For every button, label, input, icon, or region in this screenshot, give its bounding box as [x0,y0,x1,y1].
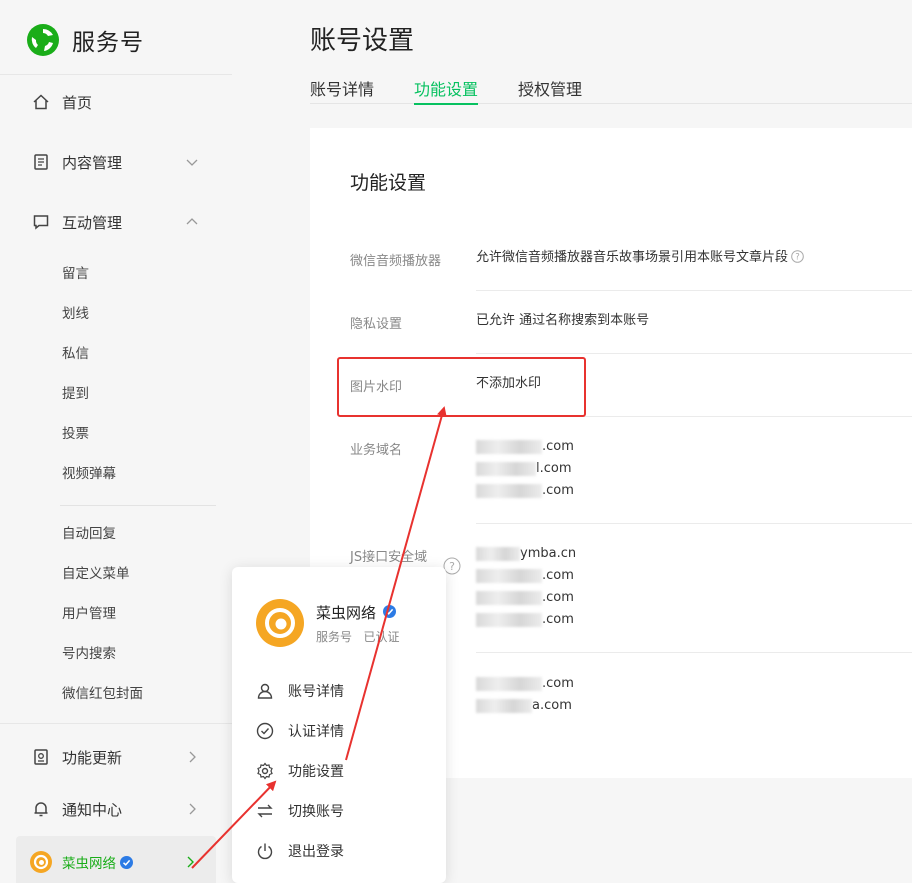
popup-account-meta: 服务号 已认证 [316,630,400,644]
setting-value-text: 允许微信音频播放器音乐故事场景引用本账号文章片段 [476,250,789,265]
row-divider [476,652,912,653]
avatar [30,851,52,873]
tab-authorization[interactable]: 授权管理 [518,76,582,104]
popup-account-name: 菜虫网络 [316,604,377,622]
domain-item: .com [476,587,574,609]
account-name: 菜虫网络 [62,856,116,872]
sidebar-item-interaction[interactable]: 互动管理 [0,202,232,242]
power-icon [257,843,273,860]
account-popup-menu: 菜虫网络 服务号 已认证 账号详情 认证详情 功能设置 切换账号 退出登录 [232,567,446,883]
chevron-down-icon [186,159,198,166]
sidebar-divider [0,74,232,75]
sidebar-subitem-votes[interactable]: 投票 [62,423,89,445]
account-switcher[interactable]: 菜虫网络 [16,836,216,883]
chevron-right-icon [189,803,196,815]
setting-value-privacy: 已允许 通过名称搜索到本账号 [476,313,650,328]
brand-name: 服务号 [72,30,144,56]
domain-item: a.com [476,695,572,717]
verified-icon [383,605,396,618]
sidebar-subitem-comments[interactable]: 留言 [62,263,89,285]
tab-bar: 账号详情 功能设置 授权管理 [310,76,912,105]
svg-text:?: ? [449,560,455,573]
domain-item: .com [476,609,574,631]
menu-item-logout[interactable]: 退出登录 [232,835,446,867]
tab-feature-settings[interactable]: 功能设置 [414,76,479,105]
sidebar-subitem-mentions[interactable]: 提到 [62,383,89,405]
menu-item-verification[interactable]: 认证详情 [232,715,446,747]
message-icon [33,215,49,230]
sidebar-subitem-user-mgmt[interactable]: 用户管理 [62,603,116,625]
domain-item: .com [476,480,574,502]
verified-icon [120,855,133,869]
sidebar-item-feature-updates[interactable]: 功能更新 [0,737,232,777]
help-icon[interactable]: ? [791,250,804,263]
domain-item: ymba.cn [476,543,576,565]
avatar [256,599,304,647]
sidebar-item-label: 功能更新 [62,748,123,767]
menu-item-feature-settings[interactable]: 功能设置 [232,755,446,787]
domain-item: .com [476,565,574,587]
bell-icon [34,802,48,817]
menu-item-switch-account[interactable]: 切换账号 [232,795,446,827]
update-icon [34,749,48,765]
chevron-up-icon [186,218,198,225]
setting-label: 微信音频播放器 [350,254,442,269]
domain-item: .com [476,436,574,458]
sidebar-item-content[interactable]: 内容管理 [0,142,232,182]
setting-label: JS接口安全域 [350,550,428,565]
sidebar-divider [0,723,232,724]
row-divider [476,353,912,354]
sidebar-item-label: 通知中心 [62,800,123,819]
sidebar-subitem-search[interactable]: 号内搜索 [62,643,116,665]
setting-label: 业务域名 [350,443,403,458]
row-divider [476,523,912,524]
sidebar-item-label: 互动管理 [62,213,123,232]
sidebar-item-notifications[interactable]: 通知中心 [0,789,232,829]
document-icon [34,154,48,170]
domain-item: l.com [476,458,572,480]
row-divider [476,416,912,417]
setting-value-watermark: 不添加水印 [476,376,542,391]
sidebar-item-home[interactable]: 首页 [0,82,232,122]
switch-icon [257,804,273,818]
setting-value-audio-player: 允许微信音频播放器音乐故事场景引用本账号文章片段? [476,247,804,269]
sidebar-subitem-video-danmaku[interactable]: 视频弹幕 [62,463,116,485]
sidebar-item-label: 首页 [62,93,93,112]
setting-label: 隐私设置 [350,317,403,332]
sidebar-subdivider [60,505,216,506]
setting-label: 图片水印 [350,380,403,395]
sidebar: 服务号 首页 内容管理 互动管理 留言 划线 私信 提到 投票 视频弹幕 自动回… [0,0,232,883]
row-divider [476,290,912,291]
sidebar-subitem-red-packet-cover[interactable]: 微信红包封面 [62,683,143,705]
chevron-right-icon [187,856,194,868]
user-icon [257,683,273,699]
service-account-logo-icon [27,24,59,56]
domain-item: .com [476,673,574,695]
gear-icon [257,762,273,780]
svg-text:?: ? [795,253,800,263]
brand[interactable]: 服务号 [26,22,144,58]
home-icon [33,94,49,110]
sidebar-subitem-custom-menu[interactable]: 自定义菜单 [62,563,130,585]
sidebar-item-label: 内容管理 [62,153,123,172]
settings-title: 功能设置 [350,172,427,194]
sidebar-subitem-auto-reply[interactable]: 自动回复 [62,523,116,545]
menu-item-account-details[interactable]: 账号详情 [232,675,446,707]
check-circle-icon [256,722,274,740]
sidebar-subitem-highlights[interactable]: 划线 [62,303,89,325]
chevron-right-icon [189,751,196,763]
sidebar-subitem-messages[interactable]: 私信 [62,343,89,365]
page-title: 账号设置 [310,26,415,56]
tab-account-details[interactable]: 账号详情 [310,76,374,104]
